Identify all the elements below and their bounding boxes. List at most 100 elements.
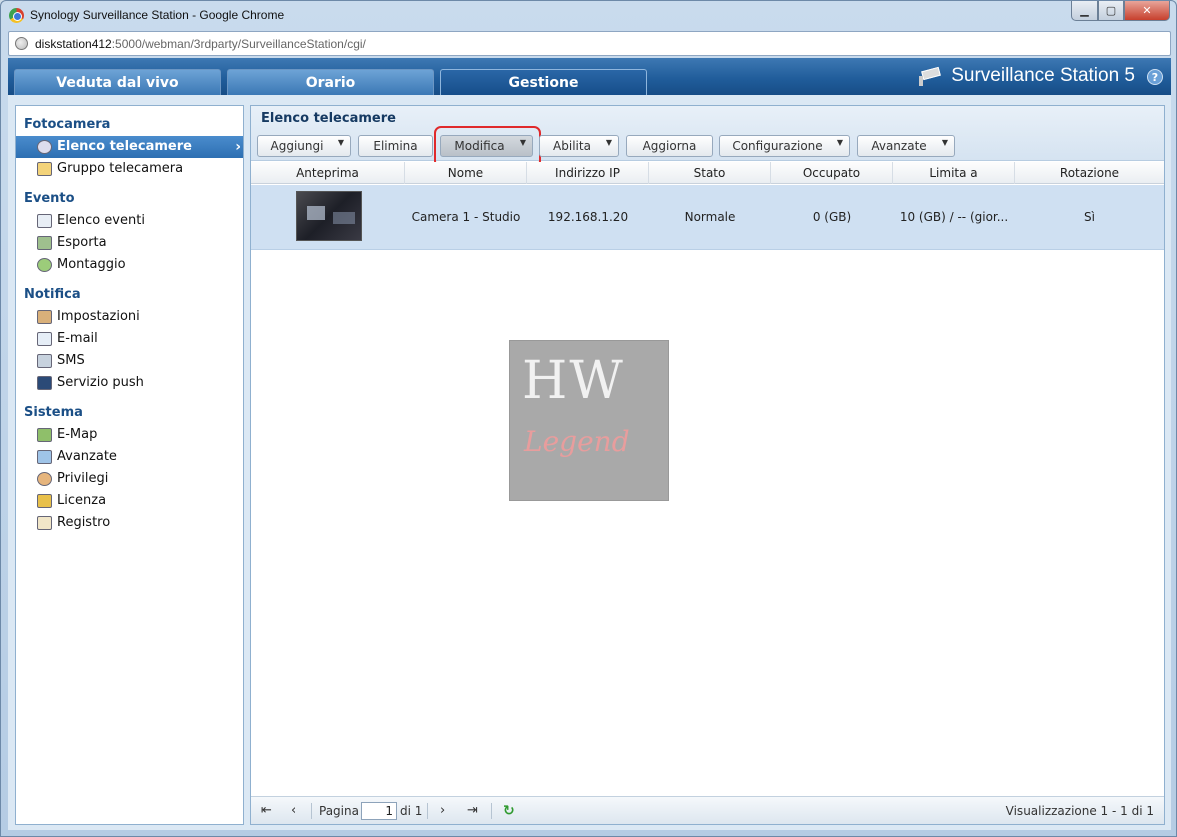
dropdown-arrow-icon: ▼ — [836, 138, 843, 147]
window-title: Synology Surveillance Station - Google C… — [30, 8, 285, 22]
status-cell: Normale — [684, 210, 736, 224]
sidebar-item-privilegi[interactable]: Privilegi — [16, 468, 243, 490]
map-icon — [37, 428, 52, 442]
help-icon[interactable]: ? — [1147, 69, 1163, 85]
event-list-icon — [37, 214, 52, 228]
page-info-icon[interactable] — [15, 37, 28, 50]
sidebar-item-label: Elenco eventi — [57, 213, 145, 228]
panel-header: Elenco telecamere Aggiungi ▼ Elimina Modi… — [251, 106, 1164, 168]
sidebar-item-label: E-mail — [57, 331, 98, 346]
sidebar-item-montaggio[interactable]: Montaggio — [16, 254, 243, 276]
configuration-button[interactable]: Configurazione ▼ — [719, 135, 850, 157]
maximize-button[interactable]: ▢ — [1098, 1, 1124, 21]
main-panel: Elenco telecamere Aggiungi ▼ Elimina Modi… — [250, 105, 1165, 825]
page-number-input[interactable]: 1 — [361, 802, 397, 820]
advanced-button[interactable]: Avanzate ▼ — [857, 135, 955, 157]
table-row[interactable]: Camera 1 - Studio 192.168.1.20 Normale 0… — [251, 185, 1164, 250]
minimize-button[interactable]: ▁ — [1071, 1, 1098, 21]
sidebar-item-sms[interactable]: SMS — [16, 350, 243, 372]
column-header[interactable]: Nome — [405, 162, 527, 184]
sidebar-item-label: Registro — [57, 515, 111, 530]
dropdown-arrow-icon: ▼ — [337, 138, 344, 147]
security-camera-icon — [917, 65, 943, 87]
first-page-icon[interactable]: ⇤ — [261, 803, 272, 818]
watermark-logo: HW Legend — [509, 340, 669, 501]
dropdown-arrow-icon: ▼ — [605, 138, 612, 147]
sidebar-item-licenza[interactable]: Licenza — [16, 490, 243, 512]
refresh-button[interactable]: Aggiorna — [626, 135, 713, 157]
camera-icon — [37, 140, 52, 154]
pagination-bar: ⇤ ‹ Pagina 1 di 1 › ⇥ ↻ Visualizzazione … — [251, 796, 1164, 824]
column-header[interactable]: Anteprima — [251, 162, 405, 184]
column-header[interactable]: Rotazione — [1015, 162, 1164, 184]
brand-name: Surveillance Station 5 — [951, 65, 1135, 86]
mobile-device-icon — [37, 376, 52, 390]
tab-management[interactable]: Gestione — [440, 69, 647, 95]
users-icon — [37, 472, 52, 486]
tab-schedule[interactable]: Orario — [227, 69, 434, 95]
column-header[interactable]: Occupato — [771, 162, 893, 184]
page-title: Elenco telecamere — [261, 111, 396, 126]
camera-preview-thumbnail[interactable] — [296, 191, 362, 241]
page-count: di 1 — [400, 804, 423, 818]
sidebar-item-servizio-push[interactable]: Servizio push — [16, 372, 243, 394]
delete-button[interactable]: Elimina — [358, 135, 433, 157]
sidebar-item-e-mail[interactable]: E-mail — [16, 328, 243, 350]
wrench-icon — [37, 310, 52, 324]
sidebar-item-label: Montaggio — [57, 257, 126, 272]
limit-cell: 10 (GB) / -- (gior... — [899, 210, 1009, 224]
column-header[interactable]: Limita a — [893, 162, 1015, 184]
close-button[interactable]: ✕ — [1124, 1, 1170, 21]
next-page-icon[interactable]: › — [440, 803, 445, 818]
enable-button[interactable]: Abilita ▼ — [539, 135, 619, 157]
chrome-logo-icon — [9, 8, 24, 23]
chevron-right-icon: › — [235, 139, 241, 155]
mail-icon — [37, 332, 52, 346]
sidebar-item-label: Esporta — [57, 235, 107, 250]
sidebar-item-label: Privilegi — [57, 471, 109, 486]
log-book-icon — [37, 516, 52, 530]
sidebar-item-elenco-telecamere[interactable]: Elenco telecamere › — [16, 136, 243, 158]
sidebar-item-label: E-Map — [57, 427, 98, 442]
sidebar-item-impostazioni[interactable]: Impostazioni — [16, 306, 243, 328]
last-page-icon[interactable]: ⇥ — [467, 803, 478, 818]
page-label: Pagina — [319, 804, 359, 818]
tab-live-view[interactable]: Veduta dal vivo — [14, 69, 221, 95]
brand: Surveillance Station 5 — [917, 65, 1135, 87]
section-notifica: Notifica — [24, 287, 81, 302]
add-button[interactable]: Aggiungi ▼ — [257, 135, 351, 157]
browser-window: Synology Surveillance Station - Google C… — [0, 0, 1177, 837]
key-icon — [37, 494, 52, 508]
montage-icon — [37, 258, 52, 272]
sidebar: Fotocamera Elenco telecamere › Gruppo te… — [15, 105, 244, 825]
advanced-settings-icon — [37, 450, 52, 464]
refresh-icon[interactable]: ↻ — [503, 803, 515, 819]
table-header: Anteprima Nome Indirizzo IP Stato Occupa… — [251, 162, 1164, 184]
address-bar[interactable]: diskstation412:5000/webman/3rdparty/Surv… — [8, 31, 1171, 56]
sidebar-item-label: Gruppo telecamera — [57, 161, 184, 176]
used-cell: 0 (GB) — [812, 210, 852, 224]
app-frame: Veduta dal vivo Orario Gestione Surveill… — [8, 58, 1171, 830]
sidebar-item-label: Avanzate — [57, 449, 117, 464]
sidebar-item-label: SMS — [57, 353, 85, 368]
sidebar-item-avanzate[interactable]: Avanzate — [16, 446, 243, 468]
sidebar-item-label: Elenco telecamere — [57, 139, 192, 154]
column-header[interactable]: Stato — [649, 162, 771, 184]
previous-page-icon[interactable]: ‹ — [291, 803, 296, 818]
camera-name-cell: Camera 1 - Studio — [411, 210, 521, 224]
camera-group-icon — [37, 162, 52, 176]
sidebar-item-esporta[interactable]: Esporta — [16, 232, 243, 254]
sidebar-item-label: Servizio push — [57, 375, 144, 390]
sidebar-item-label: Licenza — [57, 493, 107, 508]
title-bar: Synology Surveillance Station - Google C… — [1, 1, 1176, 30]
top-navigation: Veduta dal vivo Orario Gestione Surveill… — [8, 58, 1171, 95]
sidebar-item-e-map[interactable]: E-Map — [16, 424, 243, 446]
column-header[interactable]: Indirizzo IP — [527, 162, 649, 184]
section-fotocamera: Fotocamera — [24, 117, 111, 132]
sidebar-item-registro[interactable]: Registro — [16, 512, 243, 534]
sidebar-item-gruppo-telecamera[interactable]: Gruppo telecamera — [16, 158, 243, 180]
url-text[interactable]: diskstation412:5000/webman/3rdparty/Surv… — [35, 37, 366, 51]
export-icon — [37, 236, 52, 250]
sidebar-item-label: Impostazioni — [57, 309, 140, 324]
sidebar-item-elenco-eventi[interactable]: Elenco eventi — [16, 210, 243, 232]
